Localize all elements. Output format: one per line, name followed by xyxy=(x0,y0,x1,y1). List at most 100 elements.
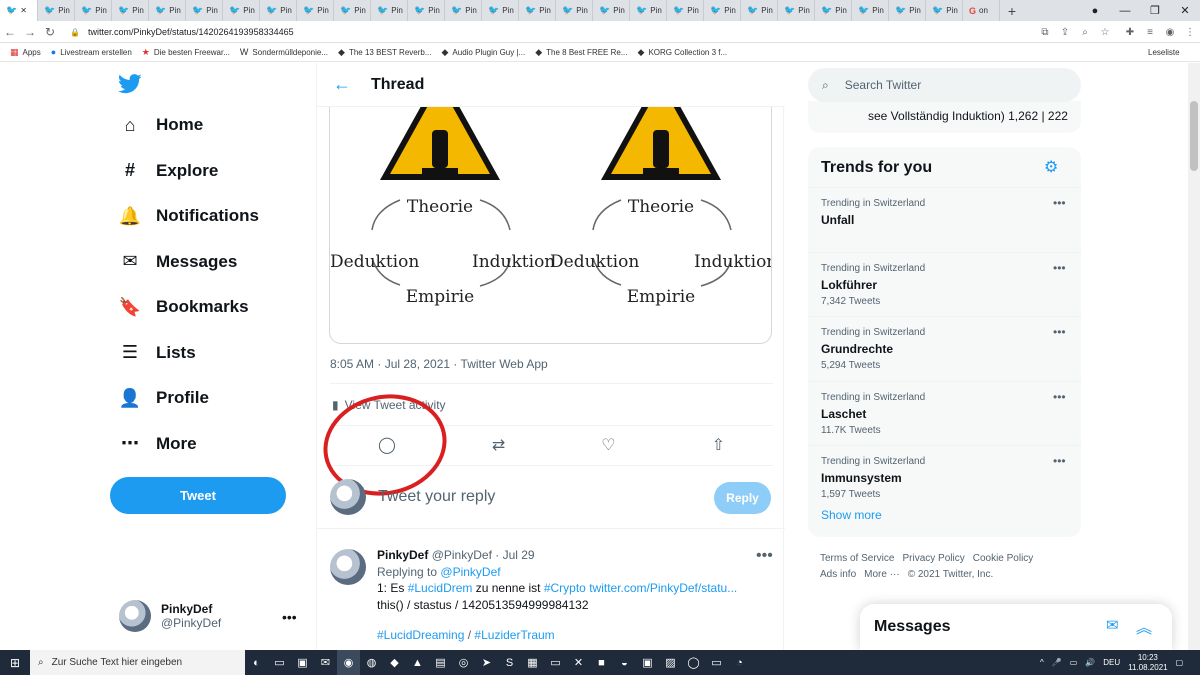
taskbar-search-input[interactable]: ⌕ Zur Suche Text hier eingeben xyxy=(30,650,245,675)
show-more-link[interactable]: Show more xyxy=(821,508,882,522)
keyboard-language[interactable]: DEU xyxy=(1103,658,1120,667)
footer-link[interactable]: Terms of Service xyxy=(820,553,894,564)
notifications-icon[interactable]: ▢ xyxy=(1176,658,1184,667)
tab[interactable]: 🐦 Pin xyxy=(556,0,593,21)
sidebar-item-explore[interactable]: # Explore xyxy=(120,160,218,181)
reply-composer[interactable]: Tweet your reply xyxy=(330,477,773,517)
bookmark-item[interactable]: ◆ The 13 BEST Reverb... xyxy=(338,47,431,58)
tweet-more-icon[interactable]: ••• xyxy=(756,547,773,565)
retweet-icon[interactable]: ⇄ xyxy=(492,435,505,455)
tweet-timestamp[interactable]: 8:05 AM · Jul 28, 2021 · Twitter Web App xyxy=(330,357,548,371)
twitter-logo-icon[interactable] xyxy=(118,73,142,101)
hashtag-link[interactable]: #LucidDreaming xyxy=(377,628,464,642)
footer-link[interactable]: Privacy Policy xyxy=(902,553,964,564)
gear-icon[interactable]: ⚙ xyxy=(1044,157,1058,177)
avatar[interactable] xyxy=(330,549,366,585)
tab[interactable]: 🐦 Pin xyxy=(112,0,149,21)
share-icon[interactable]: ⇧ xyxy=(712,435,725,455)
bookmark-item[interactable]: ★ Die besten Freewar... xyxy=(142,47,230,58)
hashtag-link[interactable]: #LuziderTraum xyxy=(474,628,554,642)
tab[interactable]: 🐦 Pin xyxy=(593,0,630,21)
app-icon[interactable]: ▣ xyxy=(636,650,659,675)
telegram-icon[interactable]: ➤ xyxy=(475,650,498,675)
trend-more-icon[interactable]: ••• xyxy=(1053,261,1066,275)
sidebar-item-bookmarks[interactable]: 🔖 Bookmarks xyxy=(119,297,249,317)
ubuntu-icon[interactable]: ◍ xyxy=(360,650,383,675)
trend-item[interactable]: Trending in Switzerland Laschet 11.7K Twee… xyxy=(808,380,1081,446)
url-field[interactable]: 🔒 twitter.com/PinkyDef/status/1420264193… xyxy=(70,23,1120,41)
tweet-author-name[interactable]: PinkyDef xyxy=(377,548,428,562)
app-icon[interactable]: ◎ xyxy=(452,650,475,675)
trend-item[interactable]: Trending in Switzerland Grundrechte 5,294 … xyxy=(808,316,1081,381)
app-icon[interactable]: ■ xyxy=(590,650,613,675)
app-icon[interactable]: ▤ xyxy=(429,650,452,675)
account-more-icon[interactable]: ••• xyxy=(282,609,297,625)
edge-icon[interactable]: ◐ xyxy=(245,650,268,675)
bookmark-item[interactable]: W Sondermülldeponie... xyxy=(240,47,328,57)
footer-link[interactable]: Cookie Policy xyxy=(973,553,1034,564)
minimize-button[interactable]: — xyxy=(1110,0,1140,21)
trend-more-icon[interactable]: ••• xyxy=(1053,454,1066,468)
reply-button[interactable]: Reply xyxy=(714,482,771,514)
search-input[interactable]: ⌕ Search Twitter xyxy=(808,68,1081,102)
app-icon[interactable]: ▲ xyxy=(406,650,429,675)
tab[interactable]: 🐦 Pin xyxy=(260,0,297,21)
tab[interactable]: 🐦 Pin xyxy=(149,0,186,21)
tab[interactable]: 🐦 Pin xyxy=(75,0,112,21)
bookmark-item[interactable]: ▦ Apps xyxy=(10,47,41,58)
hashtag-link[interactable]: #LucidDrem xyxy=(408,581,473,595)
trend-more-icon[interactable]: ••• xyxy=(1053,390,1066,404)
trend-more-icon[interactable]: ••• xyxy=(1053,196,1066,210)
sidebar-item-notifications[interactable]: 🔔 Notifications xyxy=(119,206,259,226)
scrollbar-thumb[interactable] xyxy=(1190,101,1198,171)
tab[interactable]: 🐦 Pin xyxy=(852,0,889,21)
restore-button[interactable]: ❐ xyxy=(1140,0,1170,21)
like-icon[interactable]: ♡ xyxy=(601,435,615,455)
tab[interactable]: 🐦 Pin xyxy=(38,0,75,21)
folder-icon[interactable]: ▭ xyxy=(268,650,291,675)
back-icon[interactable]: ← xyxy=(0,25,20,39)
windows-start-icon[interactable]: ⊞ xyxy=(0,656,30,670)
trend-more-icon[interactable]: ••• xyxy=(1053,325,1066,339)
tab[interactable]: 🐦 Pin xyxy=(889,0,926,21)
chevron-up-icon[interactable]: ︽ xyxy=(1136,614,1152,638)
app-icon[interactable]: ▨ xyxy=(659,650,682,675)
app-icon[interactable]: ◒ xyxy=(613,650,636,675)
mail-icon[interactable]: ✉ xyxy=(314,650,337,675)
tweet-image[interactable]: Theorie Deduktion Induktion Empirie Theo… xyxy=(329,89,772,344)
footer-link[interactable]: More ··· xyxy=(864,569,900,580)
volume-icon[interactable]: 🔊 xyxy=(1085,658,1095,667)
translate-icon[interactable]: ⧉ xyxy=(1035,22,1055,42)
forward-icon[interactable]: → xyxy=(20,25,40,39)
app-icon[interactable]: ◯ xyxy=(682,650,705,675)
account-switcher[interactable]: PinkyDef @PinkyDef xyxy=(119,600,221,632)
hashtag-link[interactable]: #Crypto xyxy=(544,581,586,595)
app-icon[interactable]: ◆ xyxy=(383,650,406,675)
app-icon[interactable]: ✕ xyxy=(567,650,590,675)
tab[interactable]: 🐦 Pin xyxy=(519,0,556,21)
avatar[interactable]: ◉ xyxy=(1160,22,1180,42)
trend-item[interactable]: Trending in Switzerland Unfall ••• xyxy=(808,187,1081,252)
tab[interactable]: 🐦 Pin xyxy=(778,0,815,21)
tab[interactable]: 🐦 Pin xyxy=(630,0,667,21)
tab[interactable]: 🐦 Pin xyxy=(667,0,704,21)
share-icon[interactable]: ⇪ xyxy=(1055,22,1075,42)
close-window-button[interactable]: ✕ xyxy=(1170,0,1200,21)
reading-list-icon[interactable]: ≡ xyxy=(1140,22,1160,42)
tweet-handle-time[interactable]: @PinkyDef · Jul 29 xyxy=(432,548,535,562)
footer-link[interactable]: Ads info xyxy=(820,569,856,580)
sidebar-item-profile[interactable]: 👤 Profile xyxy=(119,388,209,408)
reading-list-button[interactable]: Leseliste xyxy=(1148,48,1180,57)
tab[interactable]: 🐦 Pin xyxy=(408,0,445,21)
tab[interactable]: 🐦 Pin xyxy=(297,0,334,21)
store-icon[interactable]: ▣ xyxy=(291,650,314,675)
bookmark-item[interactable]: ● Livestream erstellen xyxy=(51,47,132,57)
app-icon[interactable]: ▭ xyxy=(544,650,567,675)
app-icon[interactable]: ▦ xyxy=(521,650,544,675)
zoom-icon[interactable]: ⌕ xyxy=(1075,22,1095,42)
tab[interactable]: 🐦 Pin xyxy=(223,0,260,21)
new-message-icon[interactable]: ✉ xyxy=(1106,616,1119,634)
bookmark-item[interactable]: ◆ Audio Plugin Guy |... xyxy=(442,47,526,58)
tab[interactable]: 🐦 Pin xyxy=(741,0,778,21)
sidebar-item-lists[interactable]: ☰ Lists xyxy=(120,342,196,363)
